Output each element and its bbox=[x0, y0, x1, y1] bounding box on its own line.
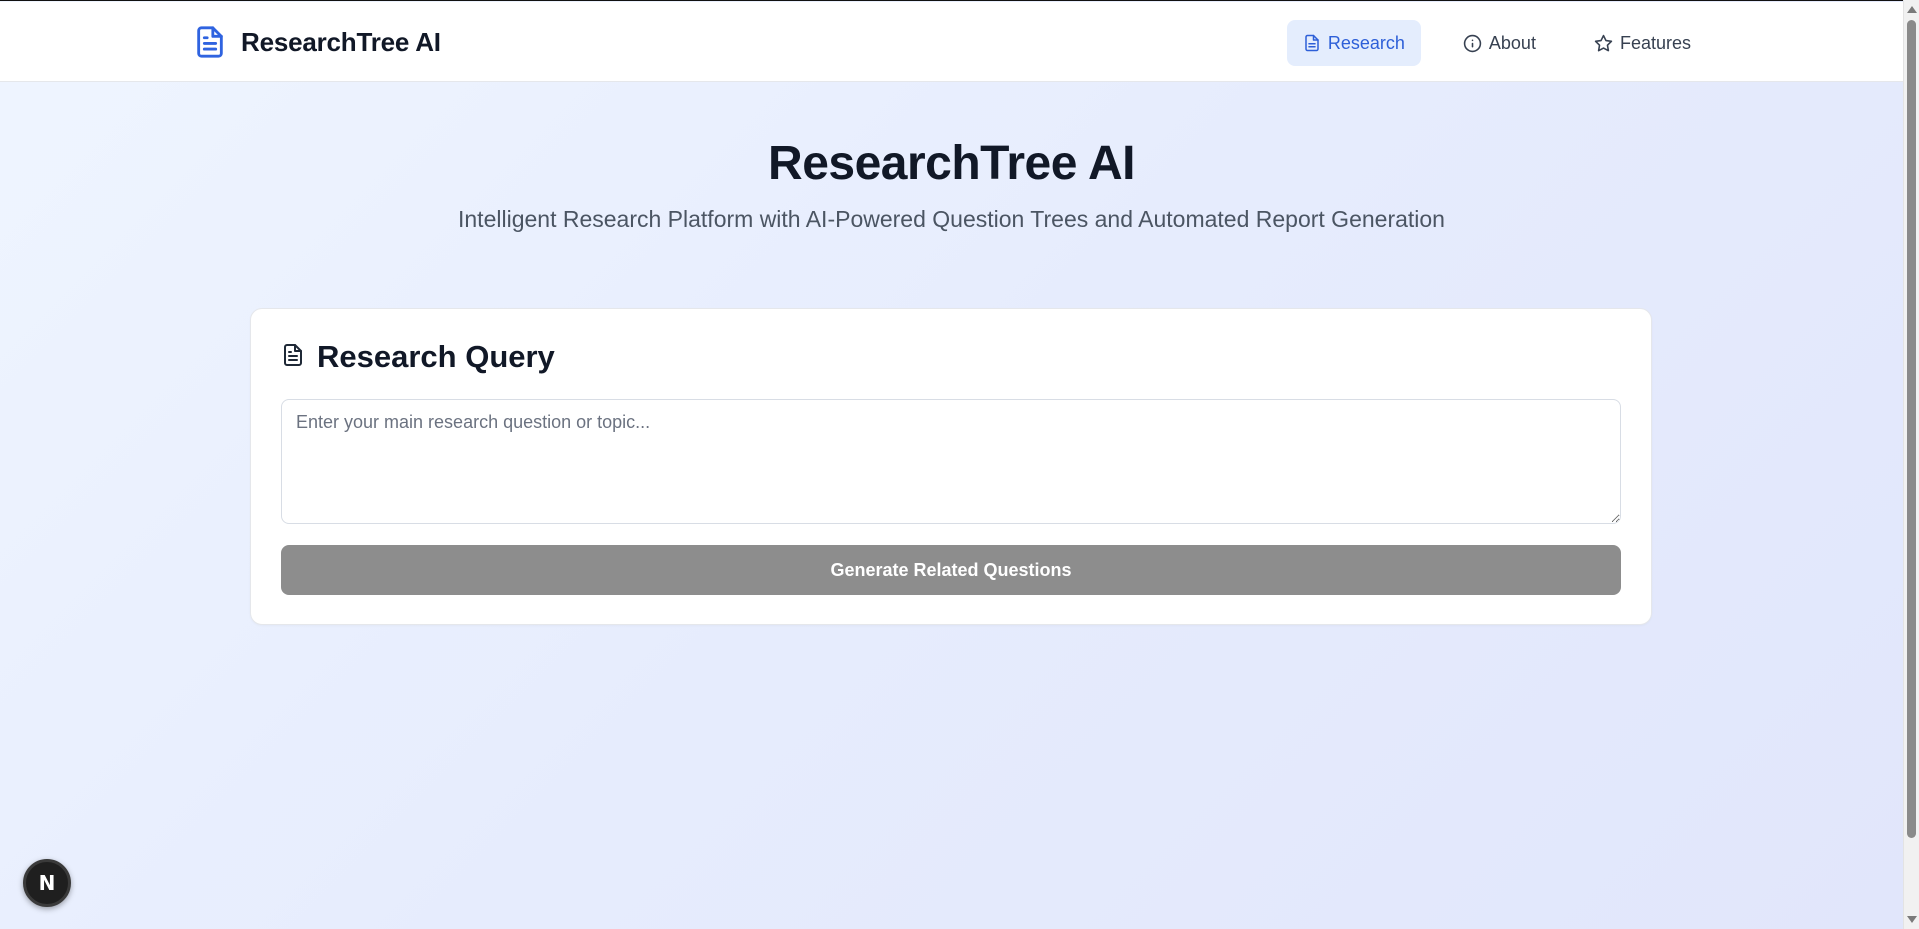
scroll-up-arrow-icon[interactable] bbox=[1907, 6, 1917, 13]
info-icon bbox=[1463, 34, 1482, 53]
brand-name: ResearchTree AI bbox=[241, 26, 441, 57]
n-logo-icon: N bbox=[38, 871, 56, 895]
top-navigation-bar: ResearchTree AI Research About Features bbox=[0, 2, 1903, 82]
nextjs-dev-indicator[interactable]: N bbox=[23, 859, 71, 907]
page-background: ResearchTree AI Research About Features … bbox=[0, 0, 1903, 929]
page-title: ResearchTree AI bbox=[768, 137, 1135, 190]
research-query-card: Research Query Generate Related Question… bbox=[250, 308, 1652, 625]
scroll-thumb[interactable] bbox=[1907, 20, 1916, 838]
document-icon bbox=[281, 342, 305, 373]
nav-about[interactable]: About bbox=[1447, 20, 1552, 66]
brand-link[interactable]: ResearchTree AI bbox=[193, 22, 441, 62]
vertical-scrollbar[interactable] bbox=[1903, 0, 1919, 929]
document-icon bbox=[1303, 34, 1321, 52]
star-icon bbox=[1594, 34, 1613, 53]
main-nav: Research About Features bbox=[1286, 20, 1707, 66]
card-header: Research Query bbox=[281, 339, 555, 375]
document-icon bbox=[193, 22, 229, 62]
research-question-input[interactable] bbox=[281, 399, 1621, 524]
nav-features[interactable]: Features bbox=[1578, 20, 1707, 66]
nav-about-label: About bbox=[1488, 32, 1536, 53]
nav-features-label: Features bbox=[1619, 32, 1691, 53]
page-subtitle: Intelligent Research Platform with AI-Po… bbox=[458, 206, 1445, 232]
generate-questions-button[interactable]: Generate Related Questions bbox=[281, 545, 1621, 595]
nav-research-label: Research bbox=[1327, 32, 1405, 53]
nav-research[interactable]: Research bbox=[1286, 20, 1421, 66]
scroll-down-arrow-icon[interactable] bbox=[1907, 916, 1917, 923]
card-title: Research Query bbox=[317, 339, 555, 374]
